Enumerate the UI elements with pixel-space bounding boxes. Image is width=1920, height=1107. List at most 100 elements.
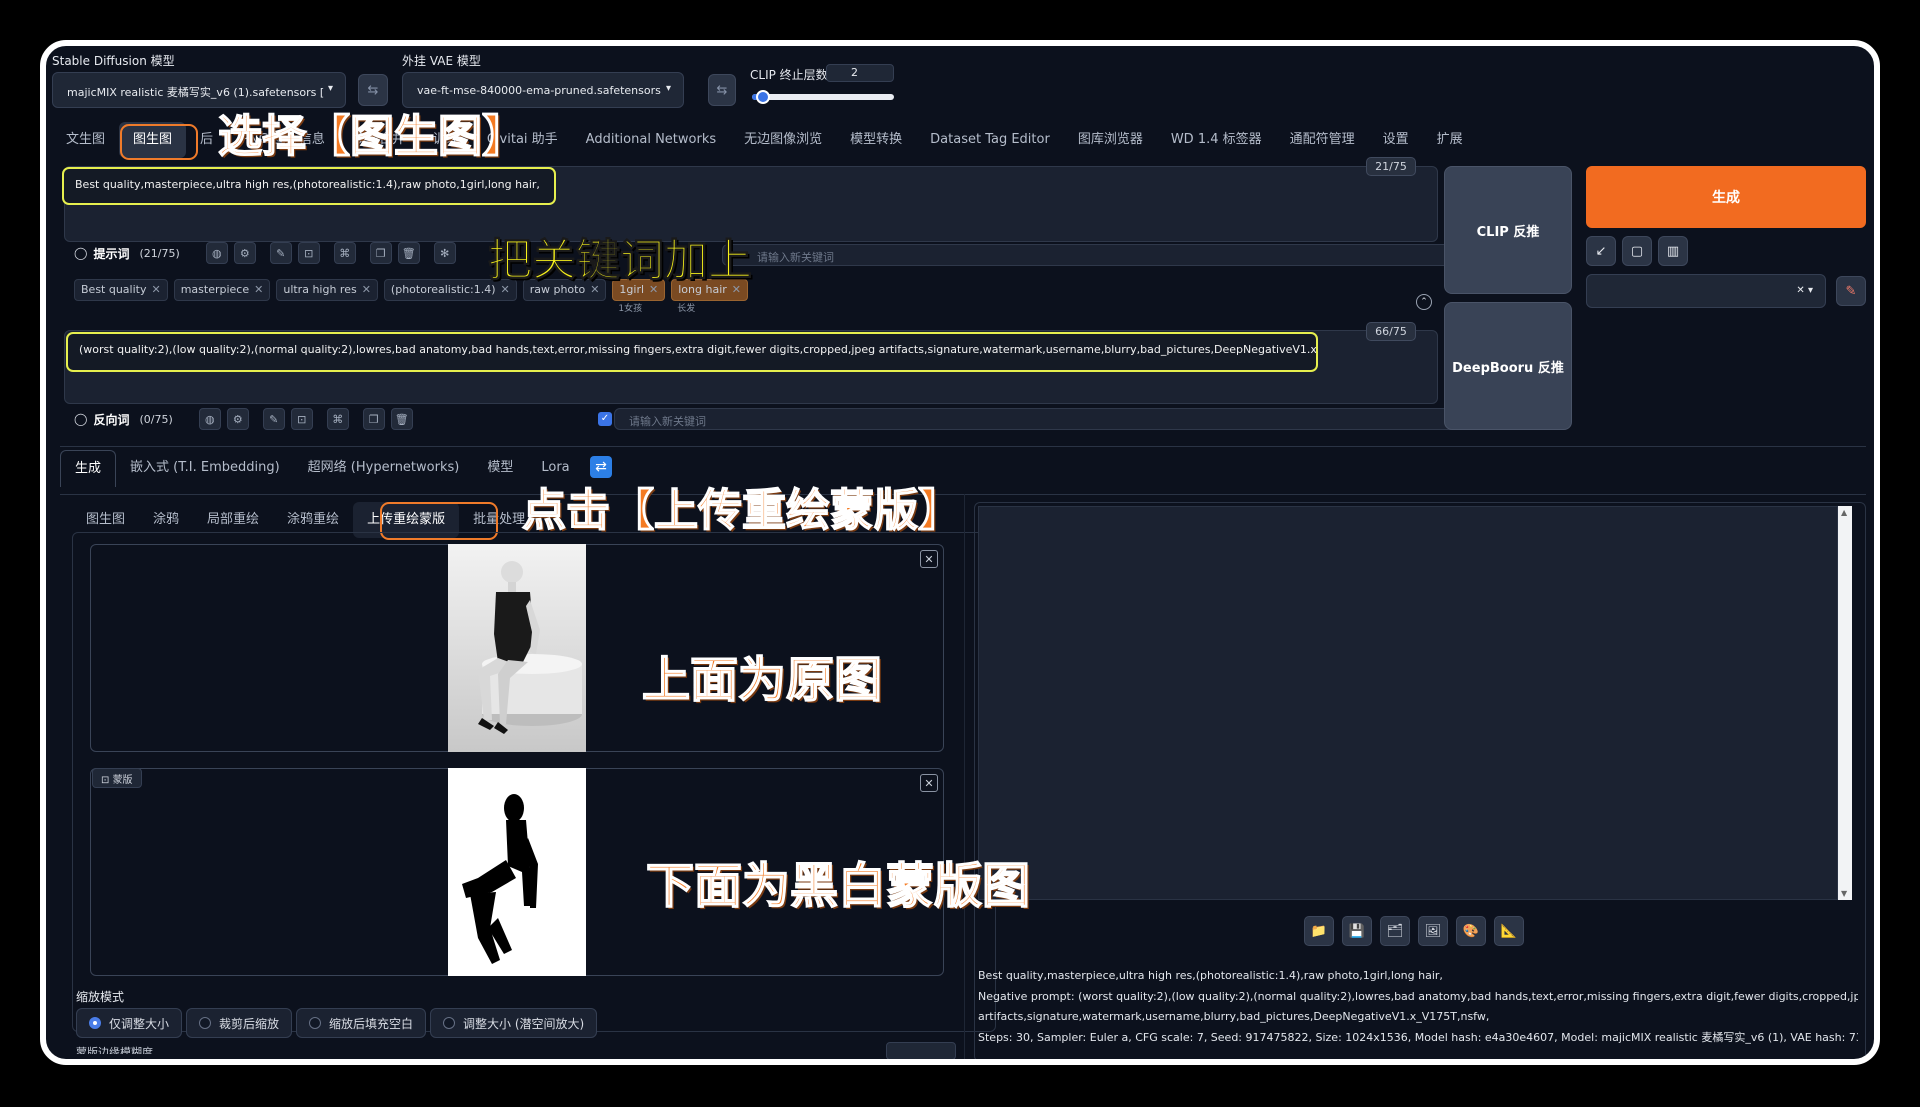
folder-icon[interactable]: 📁 xyxy=(1304,916,1334,946)
resize-option[interactable]: 缩放后填充空白 xyxy=(296,1008,427,1038)
main-tab-15[interactable]: 扩展 xyxy=(1423,122,1477,158)
delete-style-button[interactable]: ▥ xyxy=(1658,236,1688,266)
close-icon[interactable]: ✕ xyxy=(920,774,938,792)
prompt-chip-body[interactable]: Best quality ✕ xyxy=(74,278,168,301)
extra-tab-2[interactable]: 超网络 (Hypernetworks) xyxy=(294,450,474,487)
prompt-chip[interactable]: ultra high res ✕ xyxy=(276,278,384,313)
generate-button[interactable]: 生成 xyxy=(1586,166,1866,228)
trash-icon[interactable]: 🗑 xyxy=(397,242,420,264)
extra-tab-1[interactable]: 嵌入式 (T.I. Embedding) xyxy=(116,450,294,487)
prompt-chip-text: ultra high res xyxy=(283,283,357,296)
mask-label: 蒙版 xyxy=(112,775,133,786)
chevron-down-icon: ▾ xyxy=(665,83,671,94)
chevron-down-icon: ▾ xyxy=(327,83,333,94)
negative-checkbox[interactable]: ✓ xyxy=(598,412,612,426)
bookmark-icon[interactable]: ⊡ xyxy=(290,408,313,430)
save-icon[interactable]: 💾 xyxy=(1342,916,1372,946)
clear-prompt-button[interactable]: ▢ xyxy=(1622,236,1652,266)
main-tab-12[interactable]: WD 1.4 标签器 xyxy=(1157,122,1276,158)
main-tab-0[interactable]: 文生图 xyxy=(52,122,119,158)
prompt-chip-translation: 1女孩 xyxy=(618,303,643,314)
main-tab-10[interactable]: Dataset Tag Editor xyxy=(916,122,1064,158)
extra-tabs: 生成 嵌入式 (T.I. Embedding) 超网络 (Hypernetworks… xyxy=(60,450,584,487)
send-to-img2img-icon[interactable]: 🖼 xyxy=(1418,916,1448,946)
main-tab-13[interactable]: 通配符管理 xyxy=(1276,122,1369,158)
copy-icon[interactable]: ❐ xyxy=(369,242,392,264)
clip-interrogate-button[interactable]: CLIP 反推 xyxy=(1444,166,1572,294)
trash-icon[interactable]: 🗑 xyxy=(390,408,413,430)
resize-option[interactable]: 裁剪后缩放 xyxy=(186,1008,293,1038)
annotation-top-original: 上面为原图 xyxy=(641,651,883,709)
mask-image xyxy=(448,768,586,976)
scroll-down-icon[interactable]: ▼ xyxy=(1841,889,1847,898)
resize-mode-label: 缩放模式 xyxy=(76,990,125,1004)
remove-chip-icon[interactable]: ✕ xyxy=(362,283,371,296)
gallery-scrollbar[interactable]: ▲ ▼ xyxy=(1838,506,1852,900)
styles-dropdown[interactable]: ✕ ▾ xyxy=(1586,274,1826,308)
clear-chevron-icon: ✕ ▾ xyxy=(1796,285,1813,296)
refresh-vae-button[interactable]: ⇆ xyxy=(708,74,736,106)
collapse-up-icon[interactable]: ⌃ xyxy=(1416,294,1432,310)
edit-icon[interactable]: ✎ xyxy=(269,242,292,264)
prompt-chip[interactable]: Best quality ✕ xyxy=(74,278,174,313)
generation-info: Best quality,masterpiece,ultra high res,… xyxy=(978,966,1858,1058)
square-icon: ▢ xyxy=(1630,243,1644,259)
collapse-icon[interactable]: ◯ xyxy=(74,246,87,260)
mask-blur-number[interactable] xyxy=(886,1042,956,1059)
apply-style-button[interactable]: ↙ xyxy=(1586,236,1616,266)
globe-icon[interactable]: ◍ xyxy=(205,242,228,264)
zip-icon[interactable]: 🗂 xyxy=(1380,916,1410,946)
prompt-chip-body[interactable]: masterpiece ✕ xyxy=(173,278,271,301)
prompt-chip-body[interactable]: ultra high res ✕ xyxy=(276,278,378,301)
main-tab-7[interactable]: Additional Networks xyxy=(572,122,730,158)
output-actions: 📁 💾 🗂 🖼 🎨 📐 xyxy=(1300,916,1528,946)
radio-dot-icon xyxy=(199,1017,212,1029)
clip-skip-slider-handle[interactable] xyxy=(756,90,771,104)
info-params: Steps: 30, Sampler: Euler a, CFG scale: … xyxy=(978,1030,1858,1044)
info-prompt: Best quality,masterpiece,ultra high res,… xyxy=(978,969,1443,982)
sd-model-label: Stable Diffusion 模型 xyxy=(52,54,175,68)
edit-styles-button[interactable]: ✎ xyxy=(1836,276,1866,306)
main-tab-11[interactable]: 图库浏览器 xyxy=(1064,122,1157,158)
deepbooru-interrogate-button[interactable]: DeepBooru 反推 xyxy=(1444,302,1572,430)
close-icon[interactable]: ✕ xyxy=(920,550,938,568)
globe-icon[interactable]: ◍ xyxy=(198,408,221,430)
gear-icon[interactable]: ⚙ xyxy=(233,242,256,264)
main-tab-8[interactable]: 无边图像浏览 xyxy=(730,122,836,158)
extra-tab-3[interactable]: 模型 xyxy=(473,450,527,487)
collapse-icon[interactable]: ◯ xyxy=(74,412,87,426)
clip-skip-slider[interactable] xyxy=(752,90,894,104)
extras-icon[interactable]: 📐 xyxy=(1494,916,1524,946)
scroll-up-icon[interactable]: ▲ xyxy=(1841,508,1847,517)
prompt-chip[interactable]: masterpiece ✕ xyxy=(173,278,277,313)
main-tab-9[interactable]: 模型转换 xyxy=(836,122,916,158)
image-icon: ⊡ xyxy=(101,775,113,786)
resize-option-label: 缩放后填充空白 xyxy=(329,1016,414,1031)
arrow-icon: ↙ xyxy=(1595,243,1607,259)
translate-icon[interactable]: ⌘ xyxy=(326,408,349,430)
clip-skip-label: CLIP 终止层数 xyxy=(750,68,828,82)
bookmark-icon[interactable]: ⊡ xyxy=(297,242,320,264)
sd-model-value: majicMIX realistic 麦橘写实_v6 (1).safetenso… xyxy=(67,86,325,99)
webui-window: Stable Diffusion 模型 majicMIX realistic 麦… xyxy=(40,40,1880,1065)
edit-icon[interactable]: ✎ xyxy=(262,408,285,430)
palette-icon[interactable]: 🎨 xyxy=(1456,916,1486,946)
annotation-select-img2img: 选择【图生图】 xyxy=(217,110,527,163)
source-image xyxy=(448,544,586,752)
gear-icon[interactable]: ⚙ xyxy=(226,408,249,430)
copy-icon[interactable]: ❐ xyxy=(362,408,385,430)
negative-new-keyword-input[interactable]: 请输入新关键词 xyxy=(614,408,1462,430)
main-tab-14[interactable]: 设置 xyxy=(1369,122,1423,158)
translate-icon[interactable]: ⌘ xyxy=(333,242,356,264)
prompt-chip-translation: 长发 xyxy=(677,303,696,314)
clip-skip-number[interactable]: 2 xyxy=(826,64,894,82)
prompt-new-keyword-input[interactable]: 请输入新关键词 xyxy=(722,244,1462,266)
prompt-chip-translation xyxy=(276,301,384,313)
remove-chip-icon[interactable]: ✕ xyxy=(151,283,160,296)
settings-icon[interactable]: ✻ xyxy=(433,242,456,264)
remove-chip-icon[interactable]: ✕ xyxy=(254,283,263,296)
extra-tab-0[interactable]: 生成 xyxy=(60,450,117,487)
resize-option[interactable]: 调整大小 (潜空间放大) xyxy=(430,1008,598,1038)
resize-option[interactable]: 仅调整大小 xyxy=(76,1008,183,1038)
output-gallery[interactable] xyxy=(978,506,1838,900)
